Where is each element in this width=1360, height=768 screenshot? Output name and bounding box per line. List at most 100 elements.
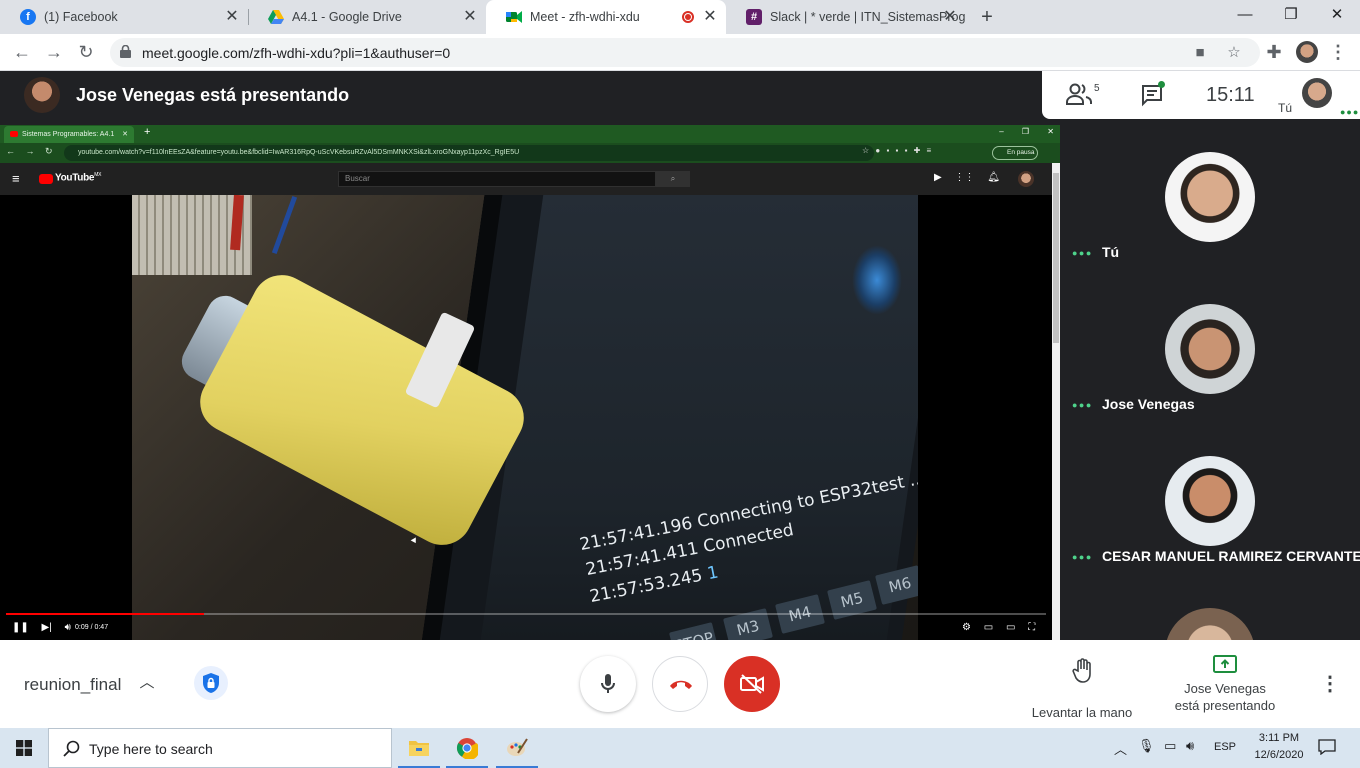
close-tab-icon[interactable]: ✕ xyxy=(462,9,478,25)
search-icon xyxy=(63,740,80,757)
close-tab-icon[interactable]: ✕ xyxy=(942,9,958,25)
self-label: Tú xyxy=(1278,101,1293,115)
shared-window-controls: – ❐ ✕ xyxy=(999,127,1054,136)
tray-chevron-icon[interactable]: ︿ xyxy=(1114,739,1127,758)
unread-chat-dot xyxy=(1158,81,1165,88)
recording-icon xyxy=(682,11,694,23)
camera-off-icon xyxy=(740,674,764,694)
taskbar-time[interactable]: 3:11 PM xyxy=(1244,732,1314,744)
video-time: 0:09 / 0:47 xyxy=(75,624,109,631)
youtube-logo-icon xyxy=(39,174,53,184)
reload-icon[interactable]: ↻ xyxy=(74,40,98,64)
paused-label: En pausa xyxy=(1007,149,1035,156)
youtube-header: ≡ YouTubeMX Buscar ⌕ ▶ ⋮⋮ 🔔︎ xyxy=(0,163,1052,195)
presenting-label: Jose Venegas está presentando xyxy=(1174,681,1276,713)
windows-taskbar: Type here to search ︿ 🎙︎ ▭ 🔊︎ ESP 3:11 P… xyxy=(0,728,1360,768)
tab-title: A4.1 - Google Drive xyxy=(292,10,402,24)
participant-name: Jose Venegas xyxy=(1102,396,1195,412)
close-tab-icon: ✕ xyxy=(122,131,128,138)
meeting-clock: 15:11 xyxy=(1206,84,1255,106)
shared-browser-toolbar: ← → ↻ youtube.com/watch?v=f110lnEEsZA&fe… xyxy=(0,143,1060,163)
profile-avatar[interactable] xyxy=(1296,41,1318,63)
shared-scrollbar xyxy=(1052,163,1060,640)
forward-arrow-icon[interactable]: → xyxy=(42,40,66,64)
video-progress-bar xyxy=(6,613,1046,615)
participant-tile[interactable]: ●●● Jose Venegas xyxy=(1060,272,1360,424)
shared-url: youtube.com/watch?v=f110lnEEsZA&feature=… xyxy=(64,145,874,161)
close-window-icon[interactable]: ✕ xyxy=(1314,0,1360,30)
microphone-button[interactable] xyxy=(580,656,636,712)
tab-title: Meet - zfh-wdhi-xdu xyxy=(530,10,640,24)
shared-browser-window: Sistemas Programables: A4.1 ✕ + – ❐ ✕ ← … xyxy=(0,125,1060,640)
tab-facebook[interactable]: f (1) Facebook ✕ xyxy=(0,0,248,34)
taskbar-paint[interactable] xyxy=(494,728,540,768)
tab-google-meet[interactable]: Meet - zfh-wdhi-xdu ✕ xyxy=(486,0,726,34)
people-icon[interactable] xyxy=(1066,83,1092,105)
tray-status-icons[interactable]: 🎙︎ ▭ 🔊︎ xyxy=(1138,738,1194,754)
mouse-cursor-icon xyxy=(410,537,419,545)
taskbar-file-explorer[interactable] xyxy=(396,728,442,768)
url-text[interactable]: meet.google.com/zfh-wdhi-xdu?pli=1&authu… xyxy=(142,45,450,61)
close-tab-icon[interactable]: ✕ xyxy=(224,9,240,25)
participant-tile[interactable]: ●●● Tú xyxy=(1060,120,1360,272)
blue-wire-image xyxy=(271,195,298,255)
folder-icon xyxy=(409,741,429,756)
meeting-info-panel: 5 15:11 Tú ●●● xyxy=(1042,71,1360,119)
youtube-video-player: 21:57:41.196 Connecting to ESP32test ...… xyxy=(0,195,1052,640)
led-glow-image xyxy=(852,245,902,315)
address-bar[interactable]: meet.google.com/zfh-wdhi-xdu?pli=1&authu… xyxy=(110,38,1260,67)
shared-screen: Sistemas Programables: A4.1 ✕ + – ❐ ✕ ← … xyxy=(0,120,1060,640)
browser-tab-strip: f (1) Facebook ✕ A4.1 - Google Drive ✕ M… xyxy=(0,0,1360,34)
self-view-thumbnail[interactable] xyxy=(1302,78,1332,108)
participant-count: 5 xyxy=(1094,83,1100,94)
search-placeholder: Type here to search xyxy=(89,741,213,757)
taskbar-search-box[interactable]: Type here to search xyxy=(48,728,392,768)
youtube-header-icons: ▶ ⋮⋮ 🔔︎ xyxy=(934,172,1000,183)
present-screen-icon xyxy=(1213,655,1237,673)
windows-start-button[interactable] xyxy=(0,728,48,768)
new-tab-button[interactable]: + xyxy=(976,4,998,30)
taskbar-chrome[interactable] xyxy=(444,728,490,768)
participant-name: Tú xyxy=(1102,244,1120,260)
participant-avatar xyxy=(1165,304,1255,394)
participant-tile[interactable] xyxy=(1060,576,1360,640)
hand-icon xyxy=(1072,658,1091,683)
youtube-logo-text: YouTubeMX xyxy=(55,172,102,184)
chrome-icon xyxy=(456,738,478,759)
chrome-menu-icon[interactable]: ⋮ xyxy=(1326,40,1350,64)
close-tab-icon[interactable]: ✕ xyxy=(702,9,718,25)
video-frame: 21:57:41.196 Connecting to ESP32test ...… xyxy=(132,195,918,640)
lock-icon xyxy=(120,45,131,58)
host-controls-shield-icon[interactable] xyxy=(194,666,228,700)
search-icon: ⌕ xyxy=(656,171,690,187)
minimize-window-icon[interactable]: — xyxy=(1222,0,1268,30)
slack-icon: # xyxy=(746,9,762,25)
shared-nav-icons: ← → ↻ xyxy=(6,146,53,156)
presenter-avatar xyxy=(24,77,60,113)
presenting-button[interactable]: Jose Venegas está presentando xyxy=(1160,652,1290,722)
shared-extension-icons: ☆ ● ▪ ▪ ▪ ✚ ≡ xyxy=(862,146,932,155)
video-progress-fill xyxy=(6,613,204,615)
leave-call-button[interactable] xyxy=(652,656,708,712)
participant-tile[interactable]: ●●● CESAR MANUEL RAMIREZ CERVANTES xyxy=(1060,424,1360,576)
tab-slack[interactable]: # Slack | * verde | ITN_SistemasProg ✕ xyxy=(726,0,966,34)
hangup-phone-icon xyxy=(670,680,692,689)
restore-window-icon[interactable]: ❐ xyxy=(1268,0,1314,30)
camera-off-button[interactable] xyxy=(724,656,780,712)
raise-hand-button[interactable]: Levantar la mano xyxy=(1020,656,1144,720)
taskbar-date[interactable]: 12/6/2020 xyxy=(1244,749,1314,761)
participant-avatar xyxy=(1165,608,1255,640)
chevron-up-icon[interactable]: ︿ xyxy=(138,674,156,692)
input-language[interactable]: ESP xyxy=(1214,741,1236,753)
camera-blocked-icon[interactable]: ■ xyxy=(1190,43,1210,63)
back-arrow-icon[interactable]: ← xyxy=(10,40,34,64)
presenter-title: Jose Venegas está presentando xyxy=(76,85,350,105)
extensions-icon[interactable]: ✚ xyxy=(1262,40,1286,64)
bookmark-star-icon[interactable]: ☆ xyxy=(1224,43,1244,63)
hamburger-menu-icon: ≡ xyxy=(12,171,20,186)
tab-google-drive[interactable]: A4.1 - Google Drive ✕ xyxy=(248,0,486,34)
shared-tab: Sistemas Programables: A4.1 ✕ xyxy=(4,126,134,143)
more-options-icon[interactable]: ⋮ xyxy=(1318,672,1342,696)
meeting-name[interactable]: reunion_final xyxy=(24,675,121,695)
notification-icon[interactable] xyxy=(1318,739,1336,755)
